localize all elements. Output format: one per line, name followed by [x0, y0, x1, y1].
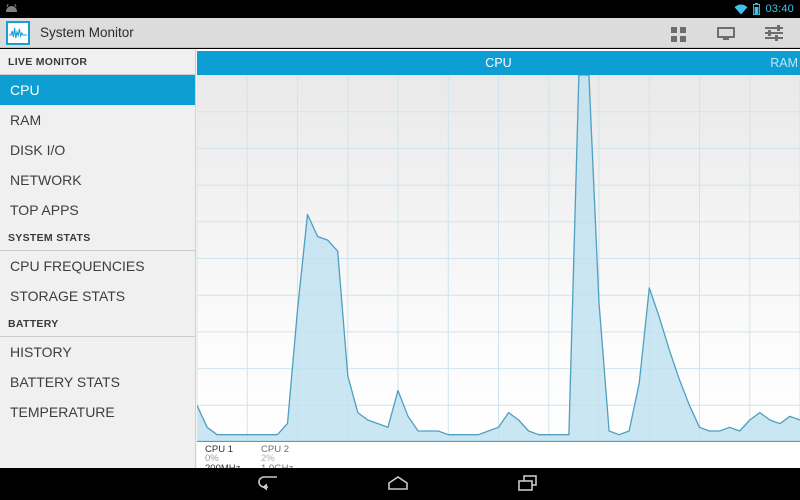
cpu-usage-chart[interactable] — [197, 75, 800, 442]
app-root: 03:40 System Monitor LIVE MONITOR CPU RA… — [0, 0, 800, 500]
action-bar: System Monitor — [0, 18, 800, 48]
tab-cpu[interactable]: CPU — [197, 56, 800, 70]
sidebar-section-header-live-monitor: LIVE MONITOR — [0, 49, 195, 75]
waveform-app-icon[interactable] — [6, 20, 30, 45]
sidebar-item-label: DISK I/O — [10, 142, 66, 158]
sidebar-item-label: CPU FREQUENCIES — [10, 258, 145, 274]
legend-item-cpu1: CPU 1 0% 200MHz — [205, 445, 261, 474]
sidebar-item-label: BATTERY STATS — [10, 374, 120, 390]
sidebar-item-label: CPU — [10, 82, 40, 98]
sidebar-item-cpu[interactable]: CPU — [0, 75, 195, 105]
sidebar-item-label: RAM — [10, 112, 42, 128]
grid-view-icon[interactable] — [668, 23, 688, 43]
sidebar-section-header-battery: BATTERY — [0, 311, 195, 337]
sidebar-item-label: NETWORK — [10, 172, 82, 188]
sidebar-item-temperature[interactable]: TEMPERATURE — [0, 397, 195, 427]
status-bar-system: 03:40 — [734, 3, 800, 15]
status-bar-notifications — [0, 3, 19, 15]
android-navigation-bar — [0, 468, 800, 500]
status-bar-clock: 03:40 — [765, 3, 794, 15]
recents-button[interactable] — [515, 473, 545, 495]
monitor-panel: CPU RAM CPU 1 0% 200MHz CPU 2 2% 1.0GHz — [197, 49, 800, 474]
legend-item-cpu2: CPU 2 2% 1.0GHz — [261, 445, 317, 474]
battery-icon — [753, 3, 761, 15]
back-button[interactable] — [255, 473, 285, 495]
sidebar-item-label: TEMPERATURE — [10, 404, 115, 420]
sidebar-item-network[interactable]: NETWORK — [0, 165, 195, 195]
metric-tab-bar: CPU RAM — [197, 51, 800, 75]
action-bar-icons — [668, 23, 800, 43]
content-area: LIVE MONITOR CPU RAM DISK I/O NETWORK TO… — [0, 49, 800, 474]
sidebar-item-storage-stats[interactable]: STORAGE STATS — [0, 281, 195, 311]
sidebar-item-battery-stats[interactable]: BATTERY STATS — [0, 367, 195, 397]
sidebar-item-disk-io[interactable]: DISK I/O — [0, 135, 195, 165]
tab-ram[interactable]: RAM — [770, 56, 798, 70]
home-button[interactable] — [385, 473, 415, 495]
android-robot-icon — [4, 3, 19, 15]
sidebar-item-top-apps[interactable]: TOP APPS — [0, 195, 195, 225]
sidebar-section-header-system-stats: SYSTEM STATS — [0, 225, 195, 251]
chart-legend: CPU 1 0% 200MHz CPU 2 2% 1.0GHz — [197, 442, 800, 474]
sidebar-item-ram[interactable]: RAM — [0, 105, 195, 135]
sidebar-item-label: STORAGE STATS — [10, 288, 126, 304]
cpu-chart-svg — [197, 75, 800, 442]
status-bar: 03:40 — [0, 0, 800, 18]
app-title: System Monitor — [40, 25, 134, 40]
sidebar-item-label: HISTORY — [10, 344, 72, 360]
sidebar-item-cpu-frequencies[interactable]: CPU FREQUENCIES — [0, 251, 195, 281]
sidebar-item-label: TOP APPS — [10, 202, 79, 218]
wifi-icon — [735, 4, 748, 14]
sidebar-item-history[interactable]: HISTORY — [0, 337, 195, 367]
settings-sliders-icon[interactable] — [764, 23, 784, 43]
display-monitor-icon[interactable] — [716, 23, 736, 43]
sidebar-navigation: LIVE MONITOR CPU RAM DISK I/O NETWORK TO… — [0, 49, 196, 468]
